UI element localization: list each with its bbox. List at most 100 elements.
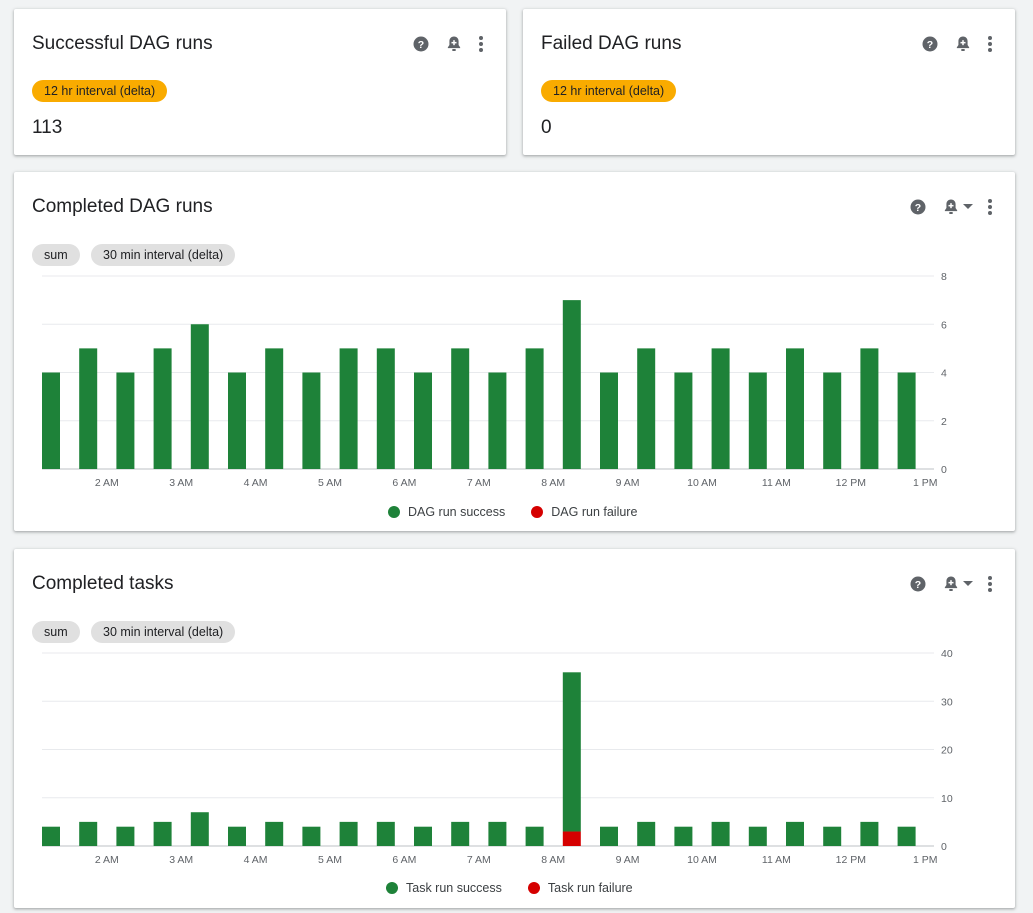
interval-chip: 12 hr interval (delta) xyxy=(32,80,168,102)
bar-success[interactable] xyxy=(562,300,581,469)
x-tick-label: 11 AM xyxy=(762,854,791,866)
bar-success[interactable] xyxy=(116,372,135,470)
bar-success[interactable] xyxy=(860,821,879,846)
y-tick-label: 20 xyxy=(941,745,953,757)
bar-success[interactable] xyxy=(823,826,842,846)
bar-success[interactable] xyxy=(153,821,172,846)
bar-success[interactable] xyxy=(674,826,693,846)
legend-item-failure[interactable]: Task run failure xyxy=(527,881,633,895)
more-vert-icon[interactable] xyxy=(478,35,484,53)
bar-success[interactable] xyxy=(748,826,767,846)
x-tick-label: 8 AM xyxy=(541,854,565,866)
completed-tasks-card: Completed tasks ? sum 30 min interval (d… xyxy=(14,549,1015,908)
x-tick-label: 3 AM xyxy=(169,854,193,866)
bar-success[interactable] xyxy=(600,372,618,470)
metric-value: 113 xyxy=(32,117,63,138)
x-tick-label: 6 AM xyxy=(392,854,416,866)
bar-success[interactable] xyxy=(302,372,321,470)
bar-success[interactable] xyxy=(228,372,246,470)
bar-success[interactable] xyxy=(414,372,432,470)
x-tick-label: 12 PM xyxy=(836,477,866,489)
bar-success[interactable] xyxy=(637,821,656,846)
legend-label: DAG run success xyxy=(408,505,506,519)
legend-dot-success xyxy=(386,882,398,894)
bar-success[interactable] xyxy=(79,348,98,469)
bar-success[interactable] xyxy=(376,821,395,846)
bar-success[interactable] xyxy=(823,372,842,470)
bar-success[interactable] xyxy=(228,826,246,846)
bar-success[interactable] xyxy=(414,826,432,846)
add-alert-icon[interactable] xyxy=(953,34,973,54)
y-tick-label: 40 xyxy=(941,648,953,660)
x-tick-label: 3 AM xyxy=(169,477,193,489)
bar-success[interactable] xyxy=(190,812,209,846)
legend-item-failure[interactable]: DAG run failure xyxy=(531,505,637,519)
add-alert-icon[interactable] xyxy=(444,34,464,54)
svg-text:?: ? xyxy=(418,39,424,51)
bar-success[interactable] xyxy=(116,826,135,846)
bar-success[interactable] xyxy=(488,372,507,470)
bar-success[interactable] xyxy=(711,821,730,846)
completed-dag-runs-chart: 0 2 4 6 8 2 AM 3 AM 4 AM 5 AM 6 AM 7 AM 8 AM 9 AM 10 … xyxy=(42,271,947,489)
bar-success[interactable] xyxy=(600,826,618,846)
x-tick-label: 1 PM xyxy=(913,477,938,489)
chart-legend: Task run success Task run failure xyxy=(386,881,633,895)
legend-item-success[interactable]: Task run success xyxy=(386,881,502,895)
more-vert-icon[interactable] xyxy=(987,35,993,53)
bar-success[interactable] xyxy=(79,821,98,846)
bar-success[interactable] xyxy=(153,348,172,469)
legend-dot-failure xyxy=(527,882,540,894)
bar-success[interactable] xyxy=(637,348,656,469)
metric-value: 0 xyxy=(541,117,552,138)
chart-legend: DAG run success DAG run failure xyxy=(388,505,637,519)
x-tick-label: 5 AM xyxy=(318,854,342,866)
bar-success[interactable] xyxy=(451,821,470,846)
bar-success[interactable] xyxy=(525,348,544,469)
bar-success[interactable] xyxy=(376,348,395,469)
bar-success[interactable] xyxy=(488,821,507,846)
svg-text:?: ? xyxy=(927,39,933,51)
x-tick-label: 5 AM xyxy=(318,477,342,489)
x-tick-label: 8 AM xyxy=(541,477,565,489)
y-tick-label: 8 xyxy=(941,271,947,283)
help-icon[interactable]: ? xyxy=(412,35,430,53)
y-tick-label: 10 xyxy=(941,793,953,805)
bar-success[interactable] xyxy=(786,821,804,846)
x-tick-label: 2 AM xyxy=(95,854,119,866)
y-tick-label: 0 xyxy=(941,464,947,476)
bar-success[interactable] xyxy=(265,348,284,469)
help-icon[interactable]: ? xyxy=(921,35,939,53)
bar-success[interactable] xyxy=(190,324,209,469)
bar-success[interactable] xyxy=(674,372,693,470)
bar-success[interactable] xyxy=(860,348,879,469)
bar-success[interactable] xyxy=(339,821,358,846)
bar-success[interactable] xyxy=(42,826,60,846)
x-tick-label: 4 AM xyxy=(244,477,268,489)
y-tick-label: 4 xyxy=(941,368,947,380)
bar-success[interactable] xyxy=(786,348,804,469)
bar-success[interactable] xyxy=(897,826,916,846)
bar-success[interactable] xyxy=(897,372,916,470)
bar-success[interactable] xyxy=(339,348,358,469)
x-tick-label: 9 AM xyxy=(616,854,640,866)
bar-success[interactable] xyxy=(42,372,60,470)
x-tick-label: 10 AM xyxy=(687,854,717,866)
bar-success[interactable] xyxy=(302,826,321,846)
legend-item-success[interactable]: DAG run success xyxy=(388,505,505,519)
bar-success[interactable] xyxy=(451,348,470,469)
x-tick-label: 7 AM xyxy=(467,477,491,489)
card-title: Failed DAG runs xyxy=(541,33,682,54)
bar-failure[interactable] xyxy=(562,831,581,846)
bar-success[interactable] xyxy=(265,821,284,846)
bar-success[interactable] xyxy=(525,826,544,846)
failed-dag-runs-card: Failed DAG runs ? 12 hr interval (delta)… xyxy=(523,9,1015,155)
bar-success[interactable] xyxy=(748,372,767,470)
bar-success[interactable] xyxy=(711,348,730,469)
x-tick-label: 12 PM xyxy=(836,854,866,866)
bar-success[interactable] xyxy=(562,672,581,832)
successful-dag-runs-card: Successful DAG runs ? 12 hr interval (de… xyxy=(14,9,506,155)
x-tick-label: 6 AM xyxy=(392,477,416,489)
y-tick-label: 30 xyxy=(941,696,953,708)
legend-label: Task run success xyxy=(406,881,502,895)
x-tick-label: 10 AM xyxy=(687,477,717,489)
